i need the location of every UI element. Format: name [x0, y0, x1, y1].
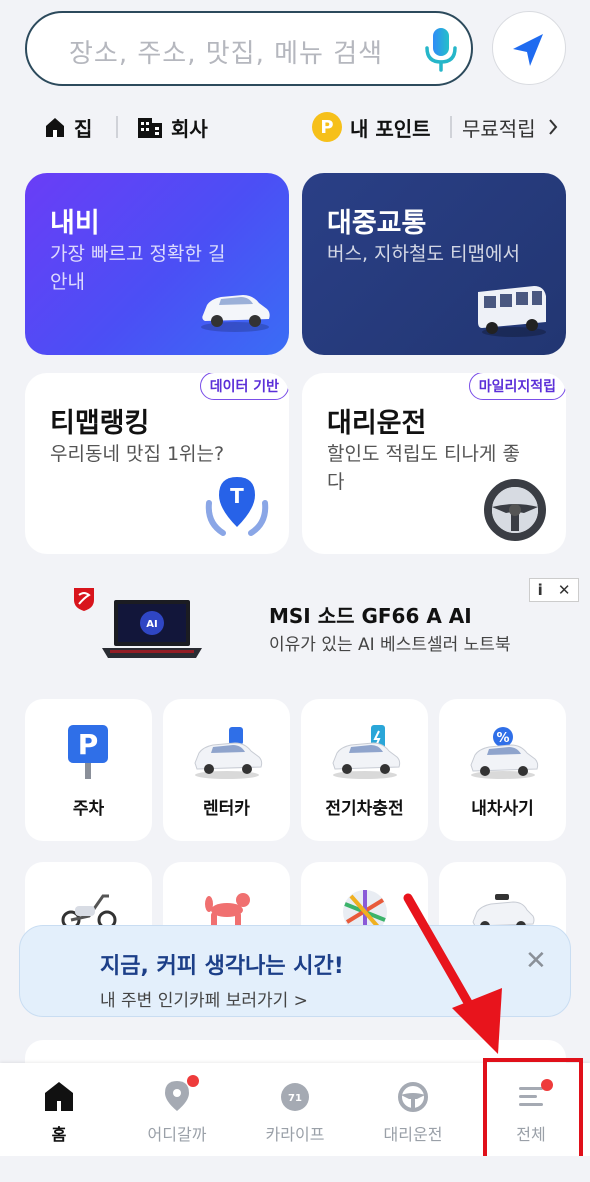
designated-driver-card[interactable]: 마일리지적립 대리운전 할인도 적립도 티나게 좋다	[302, 373, 566, 554]
speedometer-badge: 71	[288, 1093, 302, 1104]
car-sale-icon: %	[470, 727, 539, 779]
ranking-tag: 데이터 기반	[199, 373, 289, 400]
tab-designated-driver[interactable]: 대리운전	[354, 1063, 472, 1156]
service-rental-car[interactable]: 렌터카	[163, 699, 290, 841]
transit-subtitle: 버스, 지하철도 티맵에서	[327, 243, 520, 265]
ad-info-icon[interactable]: i	[538, 581, 543, 599]
navi-card[interactable]: 내비 가장 빠르고 정확한 길안내	[25, 173, 289, 355]
tab-label: 홈	[51, 1125, 67, 1144]
tab-label: 대리운전	[383, 1125, 443, 1144]
tab-where-to-go[interactable]: 어디갈까	[118, 1063, 236, 1156]
msi-logo-icon	[74, 588, 94, 611]
speedometer-icon: 71	[279, 1079, 311, 1113]
scooter-icon	[61, 894, 117, 930]
search-placeholder: 장소, 주소, 맛집, 메뉴 검색	[69, 39, 384, 69]
map-pin-icon	[161, 1075, 199, 1113]
ad-close-icon[interactable]: ✕	[558, 581, 571, 599]
parking-sign-icon: P	[68, 725, 108, 779]
divider	[116, 116, 118, 138]
my-points-link[interactable]: 내 포인트	[350, 113, 431, 142]
service-buy-car[interactable]: % 내차사기	[439, 699, 566, 841]
balloon-dog-icon	[205, 893, 250, 928]
service-ev-charging[interactable]: 전기차충전	[301, 699, 428, 841]
house-icon	[46, 118, 64, 137]
current-location-button[interactable]	[492, 11, 566, 85]
transit-card[interactable]: 대중교통 버스, 지하철도 티맵에서	[302, 173, 566, 355]
building-icon	[138, 118, 162, 138]
home-label: 집	[74, 116, 93, 141]
chevron-right-icon[interactable]	[548, 118, 558, 136]
navi-title: 내비	[50, 208, 100, 239]
work-label: 회사	[171, 116, 208, 141]
point-coin-icon: P	[312, 112, 342, 142]
notification-dot	[187, 1075, 199, 1087]
bus-icon	[478, 286, 546, 337]
service-label: 렌터카	[203, 799, 250, 819]
ranking-medal-icon: T	[205, 477, 269, 536]
ad-controls: i ✕	[529, 578, 579, 602]
annotation-arrow	[403, 893, 502, 1054]
ad-title[interactable]: MSI 소드 GF66 A AI	[269, 600, 472, 629]
steering-wheel-icon	[397, 1079, 429, 1113]
steering-wheel-icon	[484, 479, 546, 541]
divider	[450, 116, 452, 138]
tab-label: 어디갈까	[147, 1125, 207, 1144]
home-icon	[43, 1079, 75, 1113]
ranking-title: 티맵랭킹	[50, 408, 150, 439]
free-earn-link[interactable]: 무료적립	[462, 113, 536, 142]
work-shortcut[interactable]: 회사	[137, 112, 208, 142]
close-icon[interactable]: ✕	[525, 946, 547, 976]
navigation-arrow-icon	[513, 34, 543, 66]
laptop-screen-text: AI	[146, 619, 157, 630]
driver-title: 대리운전	[327, 408, 427, 439]
banner-link[interactable]: 내 주변 인기카페 보러가기 >	[100, 986, 308, 1011]
service-label: 내차사기	[471, 799, 534, 819]
microphone-icon[interactable]	[421, 26, 461, 72]
service-label: 전기차충전	[325, 799, 404, 819]
service-parking[interactable]: P 주차	[25, 699, 152, 841]
transit-title: 대중교통	[327, 208, 427, 239]
parking-sign-text: P	[78, 728, 99, 761]
rental-car-icon	[194, 727, 263, 779]
laptop-image: AI	[102, 600, 202, 658]
driver-tag: 마일리지적립	[468, 373, 566, 400]
home-shortcut[interactable]: 집	[44, 112, 92, 142]
car-sale-badge: %	[496, 731, 509, 746]
banner-title: 지금, 커피 생각나는 시간!	[100, 954, 344, 979]
annotation-highlight-box	[483, 1058, 583, 1160]
ad-subtitle: 이유가 있는 AI 베스트셀러 노트북	[269, 635, 511, 655]
service-label: 주차	[72, 799, 105, 819]
car-icon	[201, 295, 270, 332]
ranking-subtitle: 우리동네 맛집 1위는?	[50, 443, 225, 465]
tab-home[interactable]: 홈	[0, 1063, 118, 1156]
svg-text:T: T	[230, 484, 244, 508]
ev-charging-icon	[332, 725, 401, 779]
bottom-strip	[0, 1156, 590, 1182]
tab-carlife[interactable]: 71 카라이프	[236, 1063, 354, 1156]
tmap-ranking-card[interactable]: 데이터 기반 티맵랭킹 우리동네 맛집 1위는? T	[25, 373, 289, 554]
search-bar[interactable]: 장소, 주소, 맛집, 메뉴 검색	[25, 11, 473, 86]
tab-label: 카라이프	[265, 1125, 325, 1144]
